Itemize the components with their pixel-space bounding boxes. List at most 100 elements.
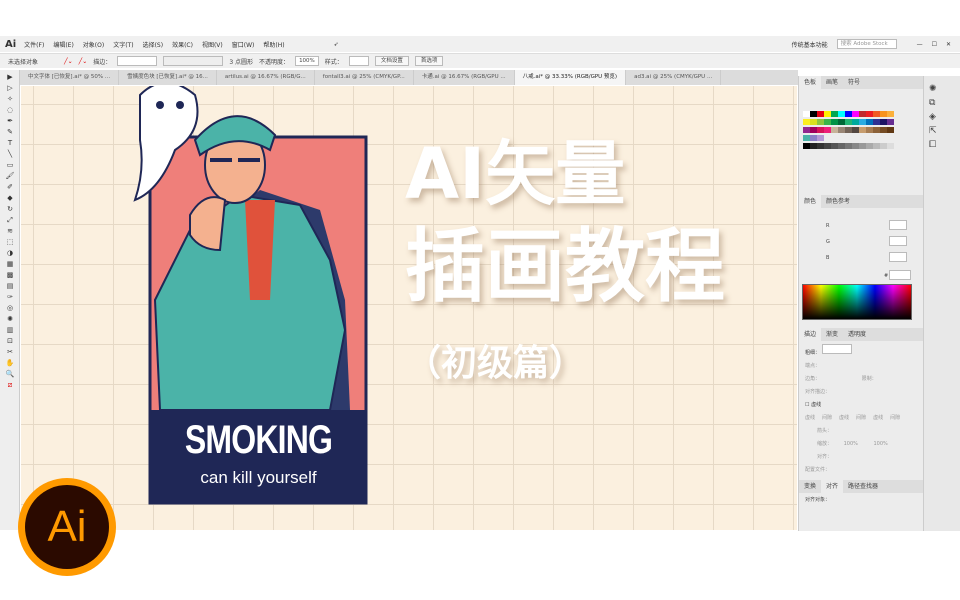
style-select[interactable] — [348, 56, 369, 66]
variable-width-select[interactable] — [163, 56, 224, 66]
color-swatch[interactable] — [859, 127, 866, 133]
color-swatch[interactable] — [810, 143, 817, 149]
color-swatch[interactable] — [831, 127, 838, 133]
export-icon[interactable]: ⇱ — [929, 124, 960, 138]
rocket-icon[interactable]: ➶ — [334, 41, 339, 48]
selection-tool[interactable]: ▶ — [5, 73, 15, 81]
scale-end[interactable]: 100% — [874, 441, 888, 447]
color-swatch[interactable] — [880, 143, 887, 149]
perspective-tool[interactable]: ▦ — [5, 260, 15, 268]
menu-type[interactable]: 文字(T) — [113, 40, 133, 49]
artboard-tool[interactable]: ⊡ — [5, 337, 15, 345]
color-swatch[interactable] — [866, 111, 873, 117]
hand-tool[interactable]: ✋ — [5, 359, 15, 367]
tab-doc[interactable]: ad3.ai @ 25% (CMYK/GPU ... — [626, 70, 722, 85]
color-swatch[interactable] — [845, 143, 852, 149]
shape-builder-tool[interactable]: ◑ — [5, 249, 15, 257]
tab-gradient[interactable]: 渐变 — [821, 328, 843, 341]
r-input[interactable] — [889, 220, 907, 230]
menu-file[interactable]: 文件(F) — [24, 40, 44, 49]
scale-tool[interactable]: ⤢ — [5, 216, 15, 224]
color-swatch[interactable] — [817, 143, 824, 149]
appearance-icon[interactable]: ✺ — [929, 82, 960, 96]
color-swatch[interactable] — [866, 143, 873, 149]
rotate-tool[interactable]: ↻ — [5, 205, 15, 213]
b-input[interactable] — [889, 252, 907, 262]
tab-transform[interactable]: 变换 — [799, 480, 821, 493]
close-button[interactable]: ✕ — [946, 41, 951, 48]
mesh-tool[interactable]: ▩ — [5, 271, 15, 279]
document-setup-button[interactable]: 文档设置 — [374, 56, 409, 66]
workspace-switcher[interactable]: 传统基本功能 — [792, 40, 828, 49]
line-tool[interactable]: ╲ — [5, 150, 15, 158]
rectangle-tool[interactable]: ▭ — [5, 161, 15, 169]
color-swatch[interactable] — [838, 111, 845, 117]
color-swatch[interactable] — [824, 111, 831, 117]
minimize-button[interactable]: — — [917, 41, 923, 48]
stroke-weight-input[interactable] — [117, 56, 158, 66]
color-swatch[interactable] — [803, 127, 810, 133]
artboard-canvas[interactable]: SMOKING can kill yourself AI矢量 插画教程 （初级篇… — [21, 86, 797, 530]
color-swatch[interactable] — [887, 143, 894, 149]
color-swatch[interactable] — [803, 111, 810, 117]
color-swatch[interactable] — [810, 135, 817, 141]
maximize-button[interactable]: ☐ — [932, 41, 937, 48]
tab-align[interactable]: 对齐 — [821, 480, 844, 493]
menu-effect[interactable]: 效果(C) — [172, 40, 193, 49]
fill-stroke-icon[interactable]: ⧄ — [5, 381, 15, 389]
eyedropper-tool[interactable]: ✑ — [5, 293, 15, 301]
stock-search-input[interactable]: 搜索 Adobe Stock — [836, 39, 897, 49]
type-tool[interactable]: T — [5, 139, 15, 147]
menu-window[interactable]: 窗口(W) — [232, 40, 255, 49]
tab-transparency[interactable]: 透明度 — [843, 328, 871, 341]
color-swatch[interactable] — [838, 119, 845, 125]
color-swatch[interactable] — [817, 135, 824, 141]
color-swatch[interactable] — [824, 119, 831, 125]
symbol-sprayer-tool[interactable]: ✺ — [5, 315, 15, 323]
color-swatch[interactable] — [810, 111, 817, 117]
color-swatch[interactable] — [831, 111, 838, 117]
color-swatch[interactable] — [866, 127, 873, 133]
color-swatch[interactable] — [845, 119, 852, 125]
color-swatch[interactable] — [866, 119, 873, 125]
eraser-tool[interactable]: ◆ — [5, 194, 15, 202]
color-swatch[interactable] — [859, 111, 866, 117]
stroke-swatch[interactable]: ╱⌄ — [79, 58, 88, 65]
color-swatch[interactable] — [845, 111, 852, 117]
tab-doc[interactable]: 卡通.ai @ 16.67% (RGB/GPU ... — [414, 70, 515, 85]
menu-object[interactable]: 对象(O) — [83, 40, 104, 49]
color-swatch[interactable] — [873, 143, 880, 149]
shaper-tool[interactable]: ✐ — [5, 183, 15, 191]
brush-select[interactable]: 3 点圆形 — [229, 57, 253, 66]
color-swatch[interactable] — [873, 111, 880, 117]
color-spectrum[interactable] — [802, 284, 912, 320]
menu-help[interactable]: 帮助(H) — [263, 40, 284, 49]
blend-tool[interactable]: ◎ — [5, 304, 15, 312]
color-swatch[interactable] — [880, 127, 887, 133]
tab-color-guide[interactable]: 颜色参考 — [821, 195, 855, 208]
color-swatch[interactable] — [859, 119, 866, 125]
tab-doc[interactable]: fontall3.ai @ 25% (CMYK/GP... — [315, 70, 414, 85]
pen-tool[interactable]: ✒ — [5, 117, 15, 125]
asset-export-icon[interactable]: ⧉ — [929, 96, 960, 110]
tab-color[interactable]: 颜色 — [799, 195, 822, 208]
color-swatch[interactable] — [887, 119, 894, 125]
swatch-grid[interactable] — [799, 89, 923, 195]
tab-doc[interactable]: 雪姨度色块 [已恢复].ai* @ 16... — [119, 70, 217, 85]
color-swatch[interactable] — [852, 143, 859, 149]
g-input[interactable] — [889, 236, 907, 246]
color-swatch[interactable] — [873, 119, 880, 125]
color-swatch[interactable] — [824, 143, 831, 149]
color-swatch[interactable] — [873, 127, 880, 133]
gradient-tool[interactable]: ▤ — [5, 282, 15, 290]
color-swatch[interactable] — [852, 111, 859, 117]
color-swatch[interactable] — [880, 119, 887, 125]
color-swatch[interactable] — [824, 127, 831, 133]
tab-pathfinder[interactable]: 路径查找器 — [843, 480, 883, 493]
color-swatch[interactable] — [817, 127, 824, 133]
free-transform-tool[interactable]: ⬚ — [5, 238, 15, 246]
color-swatch[interactable] — [831, 143, 838, 149]
color-swatch[interactable] — [887, 111, 894, 117]
paintbrush-tool[interactable]: 🖌 — [5, 172, 15, 180]
color-swatch[interactable] — [852, 119, 859, 125]
